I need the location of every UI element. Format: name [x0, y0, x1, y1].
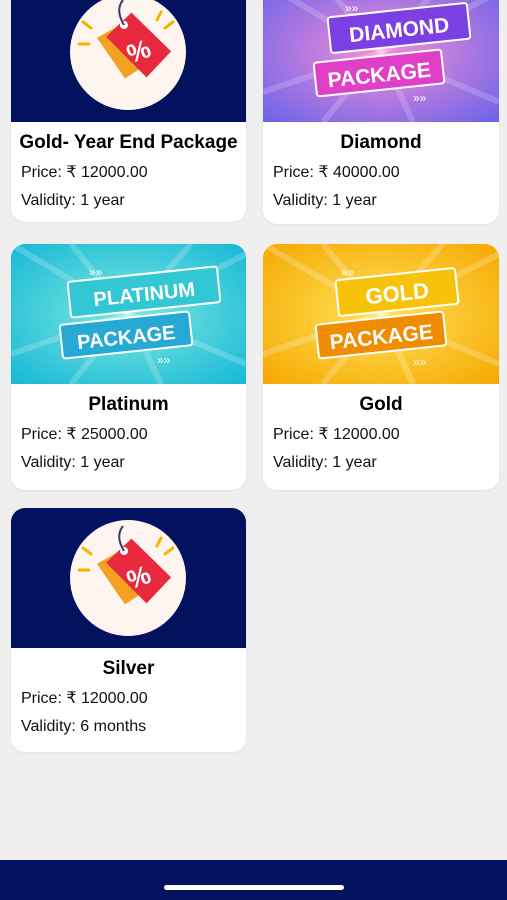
svg-text:»»: »» [413, 91, 427, 105]
package-validity: Validity: 1 year [273, 454, 377, 471]
package-validity: Validity: 1 year [21, 454, 125, 471]
package-banner: GOLD PACKAGE »» »» [263, 244, 499, 384]
package-card-platinum[interactable]: PLATINUM PACKAGE »» »» Platinum Price: ₹… [11, 244, 246, 490]
package-name: Gold [359, 394, 403, 415]
package-validity: Validity: 6 months [21, 718, 147, 735]
package-banner: % [11, 508, 246, 648]
package-name: Platinum [88, 394, 169, 415]
package-banner: DIAMOND PACKAGE »» »» [263, 0, 499, 122]
svg-text:»»: »» [345, 1, 359, 15]
svg-text:»»: »» [341, 265, 355, 279]
bottom-bar [0, 860, 507, 900]
package-price: Price: ₹ 25000.00 [21, 426, 148, 443]
package-banner: PLATINUM PACKAGE »» »» [11, 244, 246, 384]
package-name: Gold- Year End Package [19, 132, 238, 153]
package-card-silver[interactable]: % Silver Price: ₹ 12000.00 Validity: 6 m… [11, 508, 246, 752]
package-card-diamond[interactable]: DIAMOND PACKAGE »» »» Diamond Price: ₹ 4… [263, 0, 499, 224]
platinum-package-banner-art: PLATINUM PACKAGE »» »» [11, 244, 246, 384]
package-name: Silver [102, 658, 155, 679]
package-banner: % [11, 0, 246, 122]
package-name: Diamond [340, 132, 422, 153]
gold-package-banner-art: GOLD PACKAGE »» »» [263, 244, 499, 384]
home-indicator[interactable] [164, 885, 344, 890]
svg-text:»»: »» [89, 265, 103, 279]
package-card-gold-year-end[interactable]: % Gold- Year End Package Price: ₹ 12000.… [11, 0, 246, 222]
diamond-package-banner-art: DIAMOND PACKAGE »» »» [263, 0, 499, 122]
package-price: Price: ₹ 40000.00 [273, 164, 400, 181]
discount-tag-icon: % [70, 520, 186, 636]
discount-tag-icon: % [70, 0, 186, 110]
package-price: Price: ₹ 12000.00 [21, 690, 148, 707]
svg-text:»»: »» [157, 353, 171, 367]
package-price: Price: ₹ 12000.00 [273, 426, 400, 443]
svg-text:»»: »» [413, 355, 427, 369]
package-card-gold[interactable]: GOLD PACKAGE »» »» Gold Price: ₹ 12000.0… [263, 244, 499, 490]
package-price: Price: ₹ 12000.00 [21, 164, 148, 181]
package-validity: Validity: 1 year [273, 192, 377, 209]
package-validity: Validity: 1 year [21, 192, 125, 209]
